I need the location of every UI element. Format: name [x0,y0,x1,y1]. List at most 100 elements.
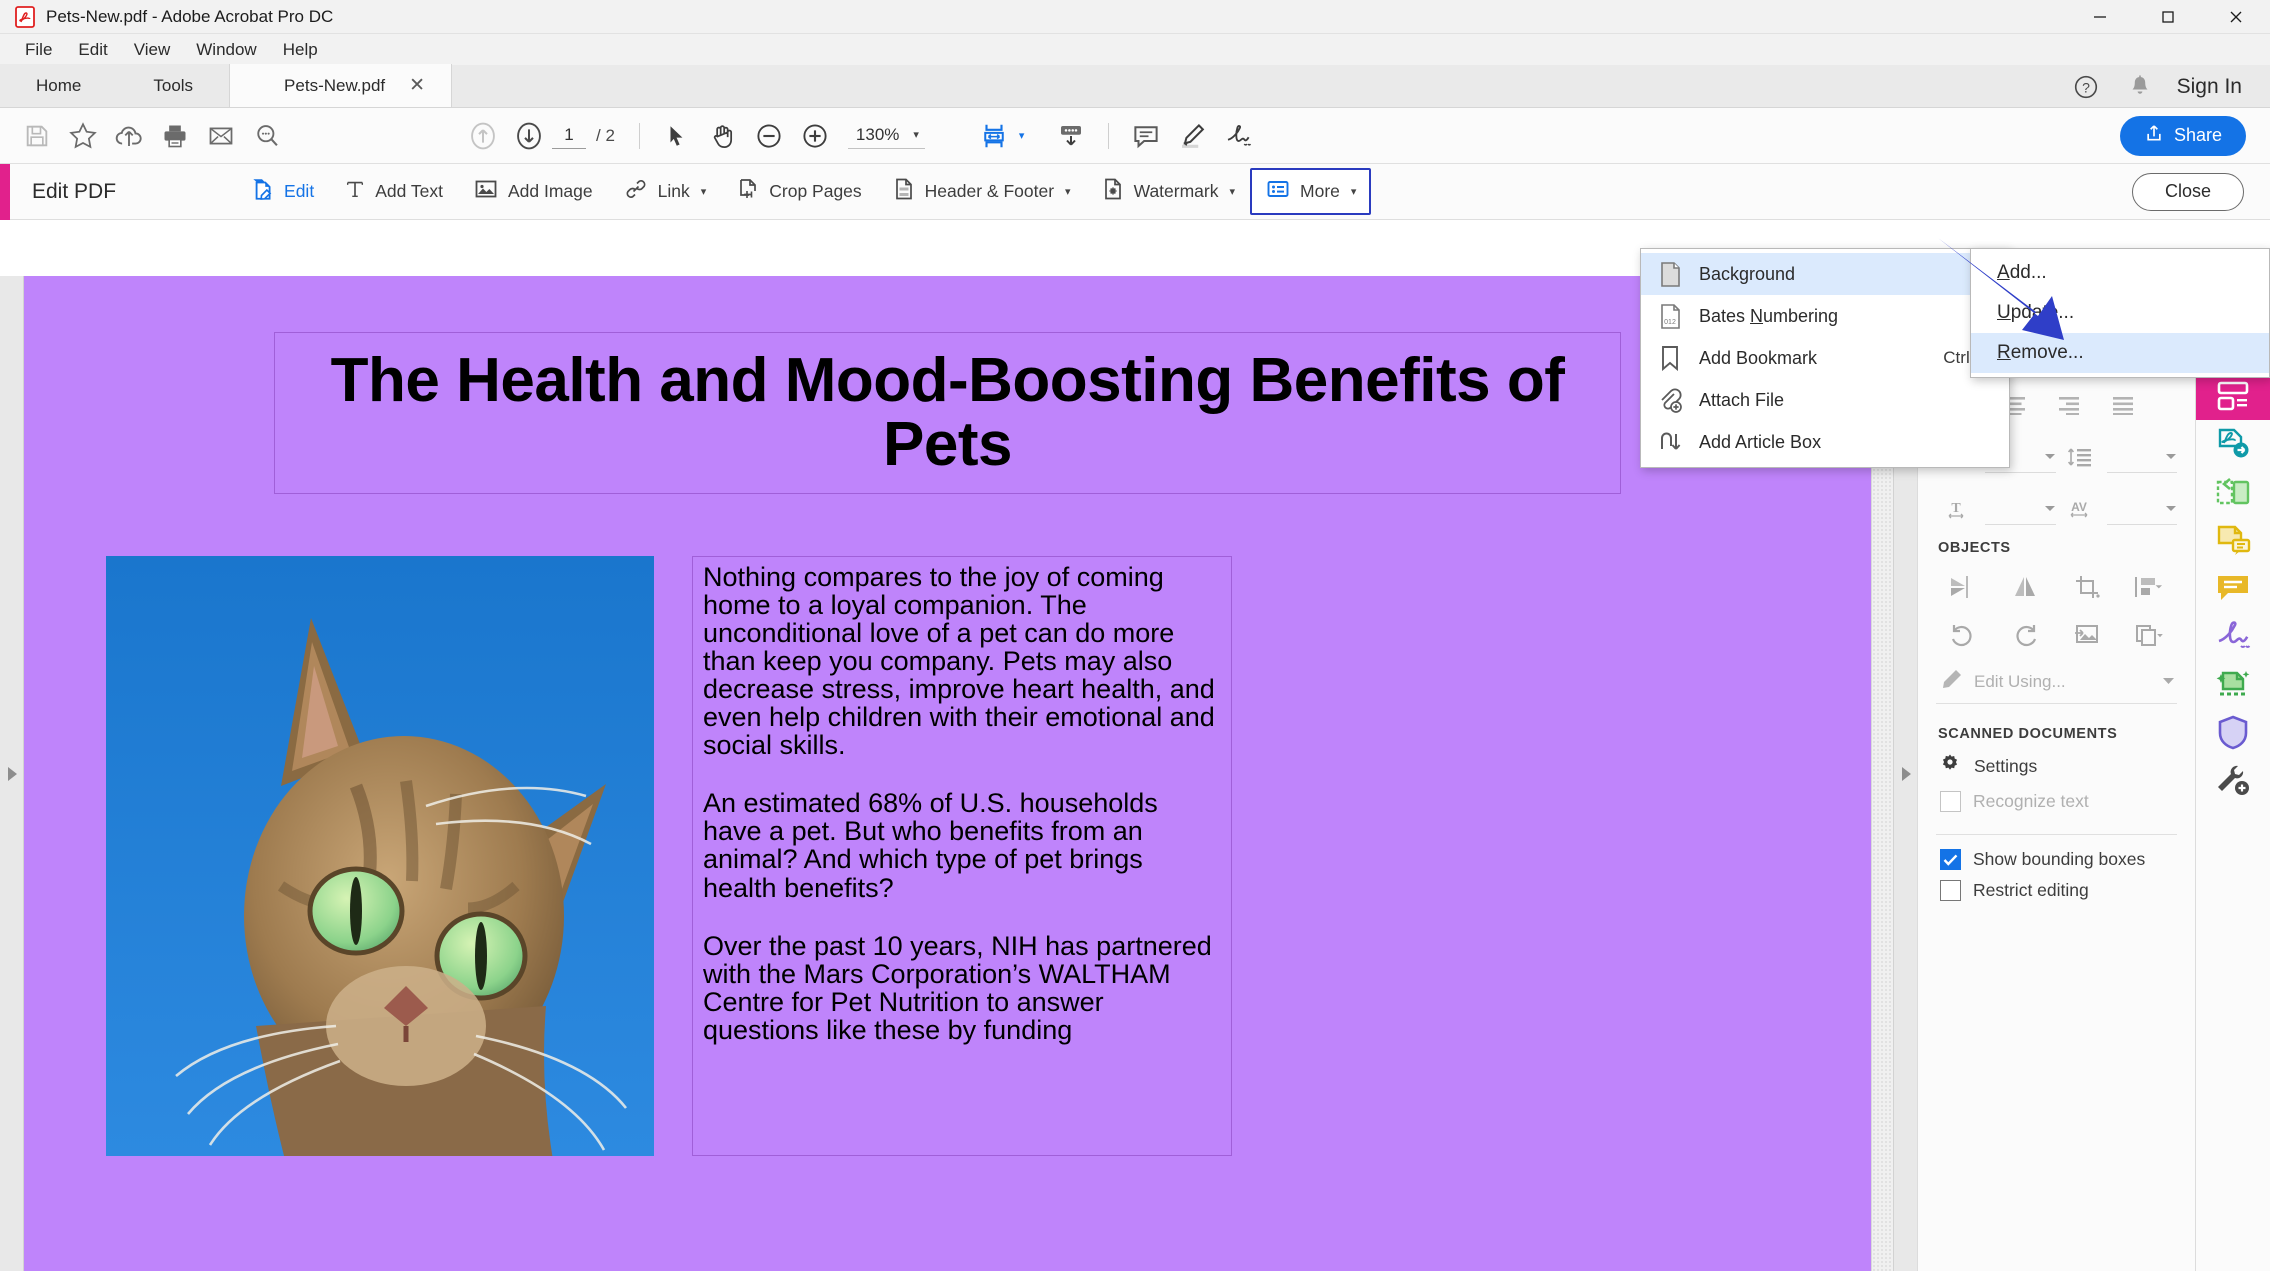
align-justify-icon[interactable] [2098,384,2150,426]
upload-cloud-icon[interactable] [106,113,152,159]
menu-file[interactable]: File [12,37,65,63]
align-right-icon[interactable] [2044,384,2096,426]
add-text-button[interactable]: Add Text [329,168,458,215]
fit-chevron-down-icon[interactable]: ▾ [1019,129,1025,142]
menu-item-background-label: Background [1699,263,1796,284]
menu-item-add-article-box[interactable]: Add Article Box [1641,421,2009,463]
menu-item-bates-numbering[interactable]: 012 Bates Numbering ▶ [1641,295,2009,337]
arrange-icon[interactable] [2123,566,2177,608]
tracking-select[interactable] [2106,493,2177,525]
comment-icon[interactable] [1123,113,1169,159]
rotate-counterclockwise-icon[interactable] [1936,614,1990,656]
settings-button[interactable]: Settings [1938,752,2177,781]
menu-edit[interactable]: Edit [65,37,120,63]
sign-in-button[interactable]: Sign In [2167,75,2270,99]
comment-rail-icon[interactable] [2196,564,2270,612]
edit-pdf-rail-icon[interactable] [2195,372,2270,420]
minimize-button[interactable] [2066,0,2134,34]
restrict-editing-row[interactable]: Restrict editing [1940,880,2177,901]
tab-home[interactable]: Home [0,64,118,107]
signature-icon[interactable] [1215,113,1261,159]
close-icon[interactable]: ✕ [409,76,425,95]
chevron-down-icon: ▾ [700,186,707,198]
more-tools-icon[interactable] [2196,756,2270,804]
menu-window[interactable]: Window [183,37,269,63]
add-image-button[interactable]: Add Image [458,168,608,215]
tab-document[interactable]: Pets-New.pdf ✕ [229,64,453,107]
document-title-block[interactable]: The Health and Mood-Boosting Benefits of… [274,332,1621,494]
tab-tools[interactable]: Tools [117,64,230,107]
submenu-item-remove[interactable]: Remove... [1971,333,2269,373]
watermark-button[interactable]: Watermark ▾ [1086,167,1250,216]
menu-help[interactable]: Help [270,37,331,63]
document-text-column[interactable]: Nothing compares to the joy of coming ho… [692,555,1232,1156]
horizontal-scale-select[interactable] [1985,493,2056,525]
fit-page-width-icon[interactable] [971,113,1017,159]
zoom-in-icon[interactable] [792,113,838,159]
close-window-button[interactable] [2202,0,2270,34]
recognize-text-label: Recognize text [1973,791,2089,811]
notifications-bell-icon[interactable] [2113,65,2167,108]
send-for-signature-icon[interactable] [2196,612,2270,660]
search-icon[interactable] [244,113,290,159]
title-bar: Pets-New.pdf - Adobe Acrobat Pro DC [0,0,2270,34]
rotate-clockwise-icon[interactable] [1998,614,2052,656]
previous-page-icon[interactable] [460,113,506,159]
submenu-item-update[interactable]: Update... [1971,293,2269,333]
email-icon[interactable] [198,113,244,159]
restrict-editing-checkbox[interactable] [1940,880,1961,901]
header-footer-button[interactable]: Header & Footer ▾ [877,167,1086,216]
print-icon[interactable] [152,113,198,159]
enhance-scans-icon[interactable] [2196,660,2270,708]
page-number-input[interactable] [552,122,586,149]
menu-item-background[interactable]: Background ▶ [1641,253,2009,295]
edit-tool-button[interactable]: Edit [234,167,329,216]
paragraph-spacing-select[interactable] [2106,441,2177,473]
maximize-button[interactable] [2134,0,2202,34]
background-submenu[interactable]: Add... Update... Remove... [1970,248,2270,378]
edit-using-select[interactable]: Edit Using... [1936,662,2177,704]
left-panel-toggle[interactable] [0,276,24,1271]
zoom-out-icon[interactable] [746,113,792,159]
scroll-down-icon[interactable] [1048,113,1094,159]
show-bounding-boxes-checkbox[interactable] [1940,849,1961,870]
recognize-text-checkbox-row[interactable]: Recognize text [1940,791,2177,812]
menu-item-add-bookmark[interactable]: Add Bookmark Ctrl+B [1641,337,2009,379]
duplicate-icon[interactable] [2123,614,2177,656]
paragraph-spacing-icon[interactable] [2058,436,2105,478]
menu-view[interactable]: View [121,37,184,63]
horizontal-scale-icon[interactable]: T [1936,488,1983,530]
save-icon[interactable] [14,113,60,159]
star-icon[interactable] [60,113,106,159]
highlight-icon[interactable] [1169,113,1215,159]
panel-divider [1936,834,2177,835]
hand-tool-icon[interactable] [700,113,746,159]
protect-icon[interactable] [2196,708,2270,756]
close-tool-button[interactable]: Close [2131,172,2244,211]
recognize-text-checkbox[interactable] [1940,791,1961,812]
replace-image-icon[interactable] [2061,614,2115,656]
crop-pages-button[interactable]: Crop Pages [721,167,876,216]
submenu-item-add[interactable]: Add... [1971,253,2269,293]
flip-horizontal-icon[interactable] [1936,566,1990,608]
fill-and-sign-icon[interactable] [2196,516,2270,564]
zoom-level-select[interactable]: 130% ▾ [847,123,925,149]
bookmark-icon [1655,345,1685,371]
menu-item-attach-file[interactable]: Attach File [1641,379,2009,421]
document-view[interactable]: The Health and Mood-Boosting Benefits of… [24,276,1871,1271]
tool-accent-bar [0,163,10,220]
export-pdf-icon[interactable] [2196,420,2270,468]
cat-photo-image[interactable] [106,555,654,1156]
more-dropdown-menu[interactable]: Background ▶ 012 Bates Numbering ▶ Add B… [1640,248,2010,468]
organize-pages-icon[interactable] [2196,468,2270,516]
select-cursor-icon[interactable] [654,113,700,159]
tracking-icon[interactable]: AV [2058,488,2105,530]
crop-image-icon[interactable] [2061,566,2115,608]
help-icon[interactable]: ? [2059,65,2113,108]
share-button[interactable]: Share [2119,115,2246,156]
show-bounding-boxes-row[interactable]: Show bounding boxes [1940,849,2177,870]
link-button[interactable]: Link ▾ [608,168,722,215]
flip-vertical-icon[interactable] [1998,566,2052,608]
next-page-icon[interactable] [506,113,552,159]
more-button[interactable]: More ▾ [1250,168,1372,215]
